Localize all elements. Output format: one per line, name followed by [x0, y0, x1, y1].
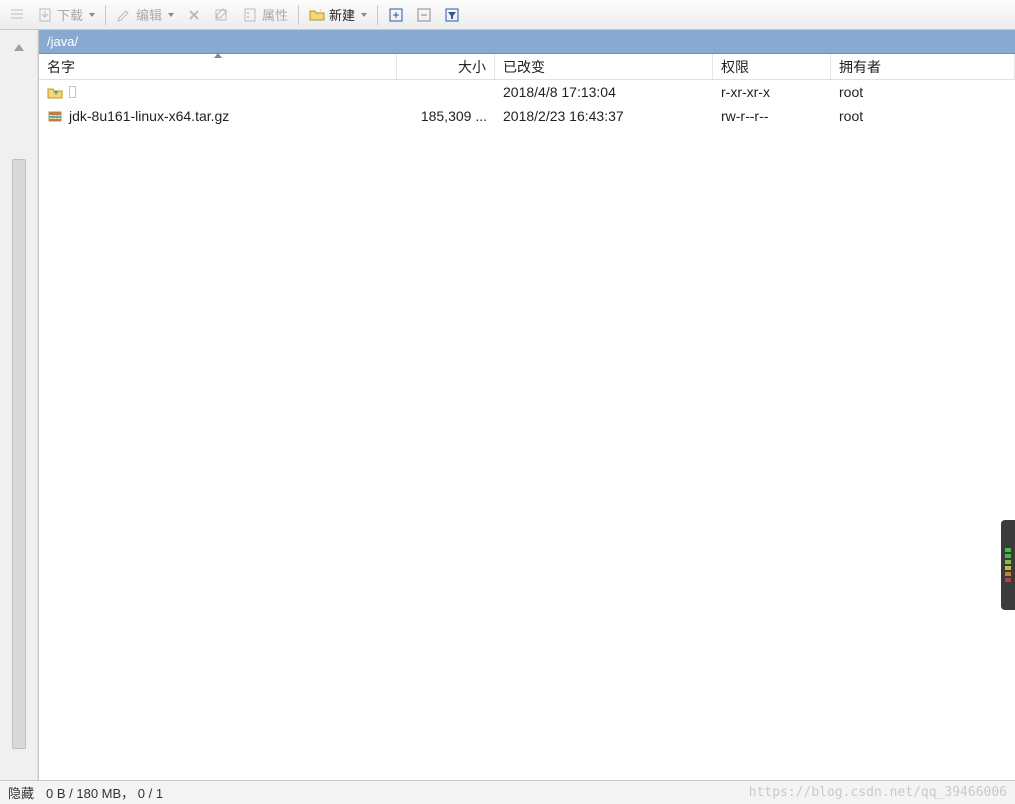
download-label: 下载 — [57, 5, 83, 24]
file-modified: 2018/4/8 17:13:04 — [503, 84, 616, 100]
file-size: 185,309 ... — [421, 108, 487, 124]
archive-icon — [47, 108, 63, 124]
delete-button[interactable] — [181, 3, 207, 27]
toolbar-separator — [377, 5, 378, 25]
file-name: jdk-8u161-linux-x64.tar.gz — [69, 108, 229, 124]
gutter-scrollbar[interactable] — [12, 159, 26, 749]
dotted-box-icon — [69, 84, 77, 100]
chevron-down-icon — [168, 13, 174, 17]
column-header-name[interactable]: 名字 — [39, 54, 397, 79]
toolbar: 下载 编辑 属性 新建 — [0, 0, 1015, 30]
statusbar: 隐藏 0 B / 180 MB， 0 / 1 — [0, 780, 1015, 804]
list-style-button[interactable] — [4, 3, 30, 27]
file-row[interactable]: jdk-8u161-linux-x64.tar.gz 185,309 ... 2… — [39, 104, 1015, 128]
parent-dir-row[interactable]: 2018/4/8 17:13:04 r-xr-xr-x root — [39, 80, 1015, 104]
path-bar[interactable]: /java/ — [39, 30, 1015, 54]
collapse-button[interactable] — [411, 3, 437, 27]
side-gadget[interactable] — [1001, 520, 1015, 610]
folder-new-icon — [309, 7, 325, 23]
minus-box-icon — [416, 7, 432, 23]
status-summary: 0 B / 180 MB， 0 / 1 — [46, 783, 163, 802]
arrow-up-icon[interactable] — [14, 44, 24, 51]
file-modified: 2018/2/23 16:43:37 — [503, 108, 624, 124]
new-label: 新建 — [329, 5, 355, 24]
column-header-owner[interactable]: 拥有者 — [831, 54, 1015, 79]
delete-icon — [186, 7, 202, 23]
path-text: /java/ — [47, 34, 78, 49]
properties-label: 属性 — [262, 5, 288, 24]
edit-label: 编辑 — [136, 5, 162, 24]
properties-button[interactable]: 属性 — [237, 3, 293, 27]
toolbar-separator — [105, 5, 106, 25]
download-button[interactable]: 下载 — [32, 3, 100, 27]
column-header-permissions[interactable]: 权限 — [713, 54, 831, 79]
edit-icon — [116, 7, 132, 23]
file-owner: root — [839, 108, 863, 124]
file-list: 2018/4/8 17:13:04 r-xr-xr-x root — [39, 80, 1015, 780]
filter-button[interactable] — [439, 3, 465, 27]
new-button[interactable]: 新建 — [304, 3, 372, 27]
list-icon — [9, 7, 25, 23]
plus-box-icon — [388, 7, 404, 23]
toolbar-separator — [298, 5, 299, 25]
chevron-down-icon — [89, 13, 95, 17]
column-header-size[interactable]: 大小 — [397, 54, 495, 79]
filter-icon — [444, 7, 460, 23]
column-header-modified[interactable]: 已改变 — [495, 54, 713, 79]
file-panel: /java/ 名字 大小 已改变 权限 拥有者 — [38, 30, 1015, 780]
sort-asc-icon — [214, 53, 222, 58]
properties-icon — [242, 7, 258, 23]
file-permissions: r-xr-xr-x — [721, 84, 770, 100]
chevron-down-icon — [361, 13, 367, 17]
status-hidden-label: 隐藏 — [8, 783, 34, 802]
download-icon — [37, 7, 53, 23]
edit-button[interactable]: 编辑 — [111, 3, 179, 27]
file-permissions: rw-r--r-- — [721, 108, 768, 124]
file-header: 名字 大小 已改变 权限 拥有者 — [39, 54, 1015, 80]
expand-button[interactable] — [383, 3, 409, 27]
folder-up-icon — [47, 84, 63, 100]
left-gutter — [0, 30, 38, 780]
file-owner: root — [839, 84, 863, 100]
rename-button[interactable] — [209, 3, 235, 27]
rename-icon — [214, 7, 230, 23]
